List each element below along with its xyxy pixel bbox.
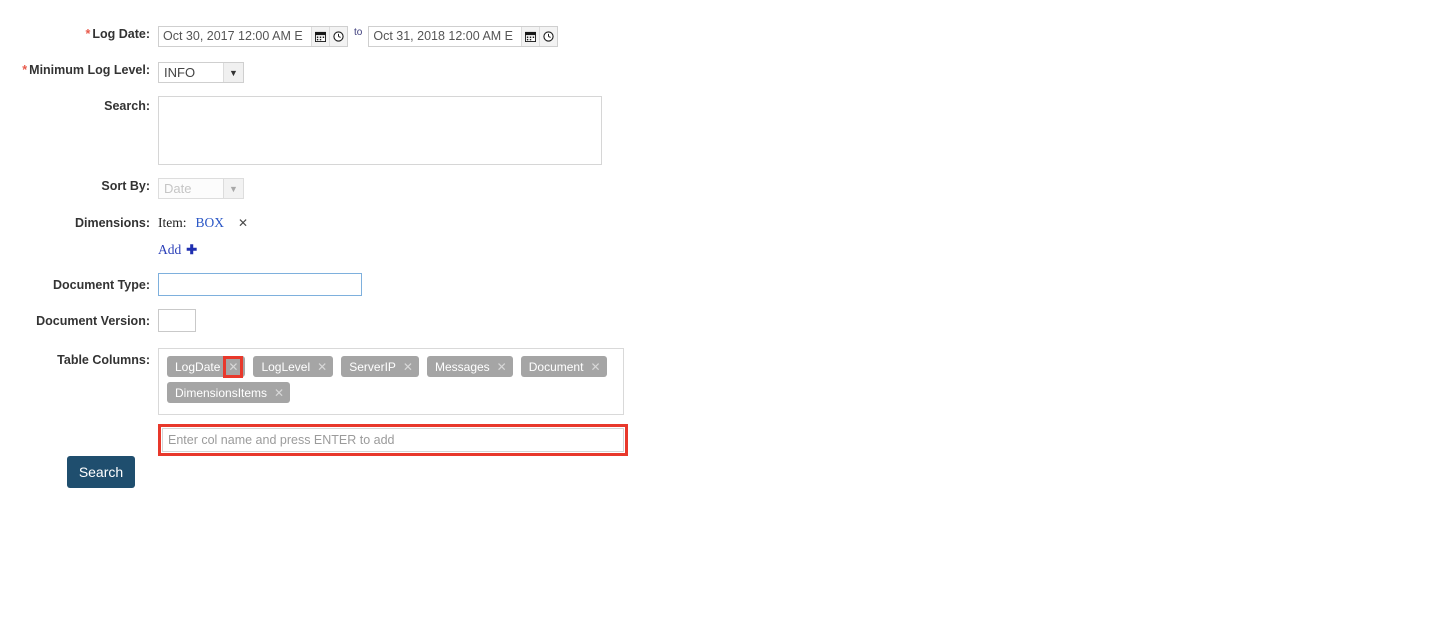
remove-table-column-icon[interactable]: ✕ — [317, 360, 327, 374]
add-dimension-row[interactable]: Add ✚ — [158, 242, 248, 258]
document-version-field-group — [158, 309, 196, 332]
plus-icon[interactable]: ✚ — [186, 242, 197, 258]
remove-table-column-icon[interactable]: ✕ — [497, 360, 507, 374]
table-column-tag: Document ✕ — [520, 356, 607, 377]
log-date-to-field[interactable] — [368, 26, 559, 47]
form-row-search: Search: — [0, 96, 602, 165]
document-type-input[interactable] — [158, 273, 362, 296]
form-row-sort-by: Sort By: Date ▼ — [0, 178, 244, 199]
table-column-tag: ServerIP ✕ — [341, 356, 419, 377]
document-version-label: Document Version: — [36, 314, 150, 328]
search-textarea[interactable] — [158, 96, 602, 165]
remove-table-column-icon[interactable]: ✕ — [223, 355, 244, 378]
sort-by-field-group: Date ▼ — [158, 178, 244, 199]
form-row-table-columns: Table Columns: LogDate ✕ LogLevel ✕ ServerIP… — [0, 348, 628, 456]
min-log-level-select[interactable]: INFO — [158, 62, 244, 83]
remove-table-column-icon[interactable]: ✕ — [590, 360, 600, 374]
dimension-value[interactable]: BOX — [196, 215, 225, 231]
clock-icon[interactable] — [539, 27, 558, 46]
search-button[interactable]: Search — [67, 456, 135, 488]
form-row-dimensions: Dimensions: Item: BOX ✕ Add ✚ — [0, 215, 248, 258]
min-log-level-select-wrap: INFO ▼ — [158, 62, 244, 83]
remove-dimension-icon[interactable]: ✕ — [238, 216, 248, 230]
form-row-log-date: * Log Date: Oct 30, 2017 12:00 AM E to O… — [0, 26, 559, 47]
calendar-icon[interactable] — [311, 27, 329, 46]
log-date-from-field[interactable] — [158, 26, 348, 47]
form-row-min-log-level: * Minimum Log Level: INFO ▼ — [0, 62, 244, 83]
table-columns-field-group: LogDate ✕ LogLevel ✕ ServerIP ✕ Messages ✕ Docum… — [158, 348, 628, 456]
min-log-level-field-group: INFO ▼ — [158, 62, 244, 83]
table-column-tag: LogLevel ✕ — [253, 356, 334, 377]
log-date-field-group: to — [158, 26, 559, 47]
dimension-item-row: Item: BOX ✕ — [158, 215, 248, 231]
table-column-tag-label: DimensionsItems — [175, 385, 268, 400]
remove-table-column-icon[interactable]: ✕ — [274, 386, 284, 400]
form-row-document-type: Document Type: — [0, 273, 362, 296]
table-column-tag: Messages ✕ — [426, 356, 513, 377]
table-column-tag-label: LogLevel — [261, 359, 311, 374]
sort-by-label: Sort By: — [101, 179, 150, 193]
table-column-tag-label: Messages — [434, 359, 490, 374]
add-dimension-label[interactable]: Add — [158, 242, 181, 258]
calendar-icon[interactable] — [521, 27, 540, 46]
table-column-tag-label: ServerIP — [349, 359, 396, 374]
min-log-level-label: * Minimum Log Level: — [22, 63, 150, 77]
add-column-input[interactable] — [162, 428, 624, 452]
log-date-to-input[interactable] — [369, 27, 522, 46]
add-column-input-highlight — [158, 424, 628, 456]
document-type-label: Document Type: — [53, 278, 150, 292]
table-columns-tag-list: LogDate ✕ LogLevel ✕ ServerIP ✕ Messages ✕ Docum… — [158, 348, 624, 415]
dimension-key: Item: — [158, 215, 187, 230]
dimensions-field-group: Item: BOX ✕ Add ✚ — [158, 215, 248, 258]
search-field-group — [158, 96, 602, 165]
log-date-from-input[interactable] — [159, 27, 311, 46]
search-label: Search: — [104, 99, 150, 113]
table-columns-label: Table Columns: — [57, 353, 150, 367]
log-date-label: * Log Date: — [85, 27, 150, 41]
document-type-field-group — [158, 273, 362, 296]
submit-row: Search — [67, 456, 135, 488]
date-range-separator: to — [354, 27, 363, 38]
sort-by-select[interactable]: Date — [158, 178, 244, 199]
table-column-tag: LogDate ✕ — [167, 355, 246, 378]
table-column-tag-label: Document — [528, 359, 584, 374]
remove-table-column-icon[interactable]: ✕ — [403, 360, 413, 374]
table-column-tag: DimensionsItems ✕ — [167, 382, 291, 403]
form-row-document-version: Document Version: — [0, 309, 196, 332]
clock-icon[interactable] — [329, 27, 347, 46]
document-version-input[interactable] — [158, 309, 196, 332]
required-asterisk-min-log-level: * — [22, 63, 28, 77]
sort-by-select-wrap: Date ▼ — [158, 178, 244, 199]
required-asterisk-log-date: * — [85, 27, 91, 41]
table-column-tag-label: LogDate — [175, 359, 221, 374]
dimensions-label: Dimensions: — [74, 216, 150, 230]
